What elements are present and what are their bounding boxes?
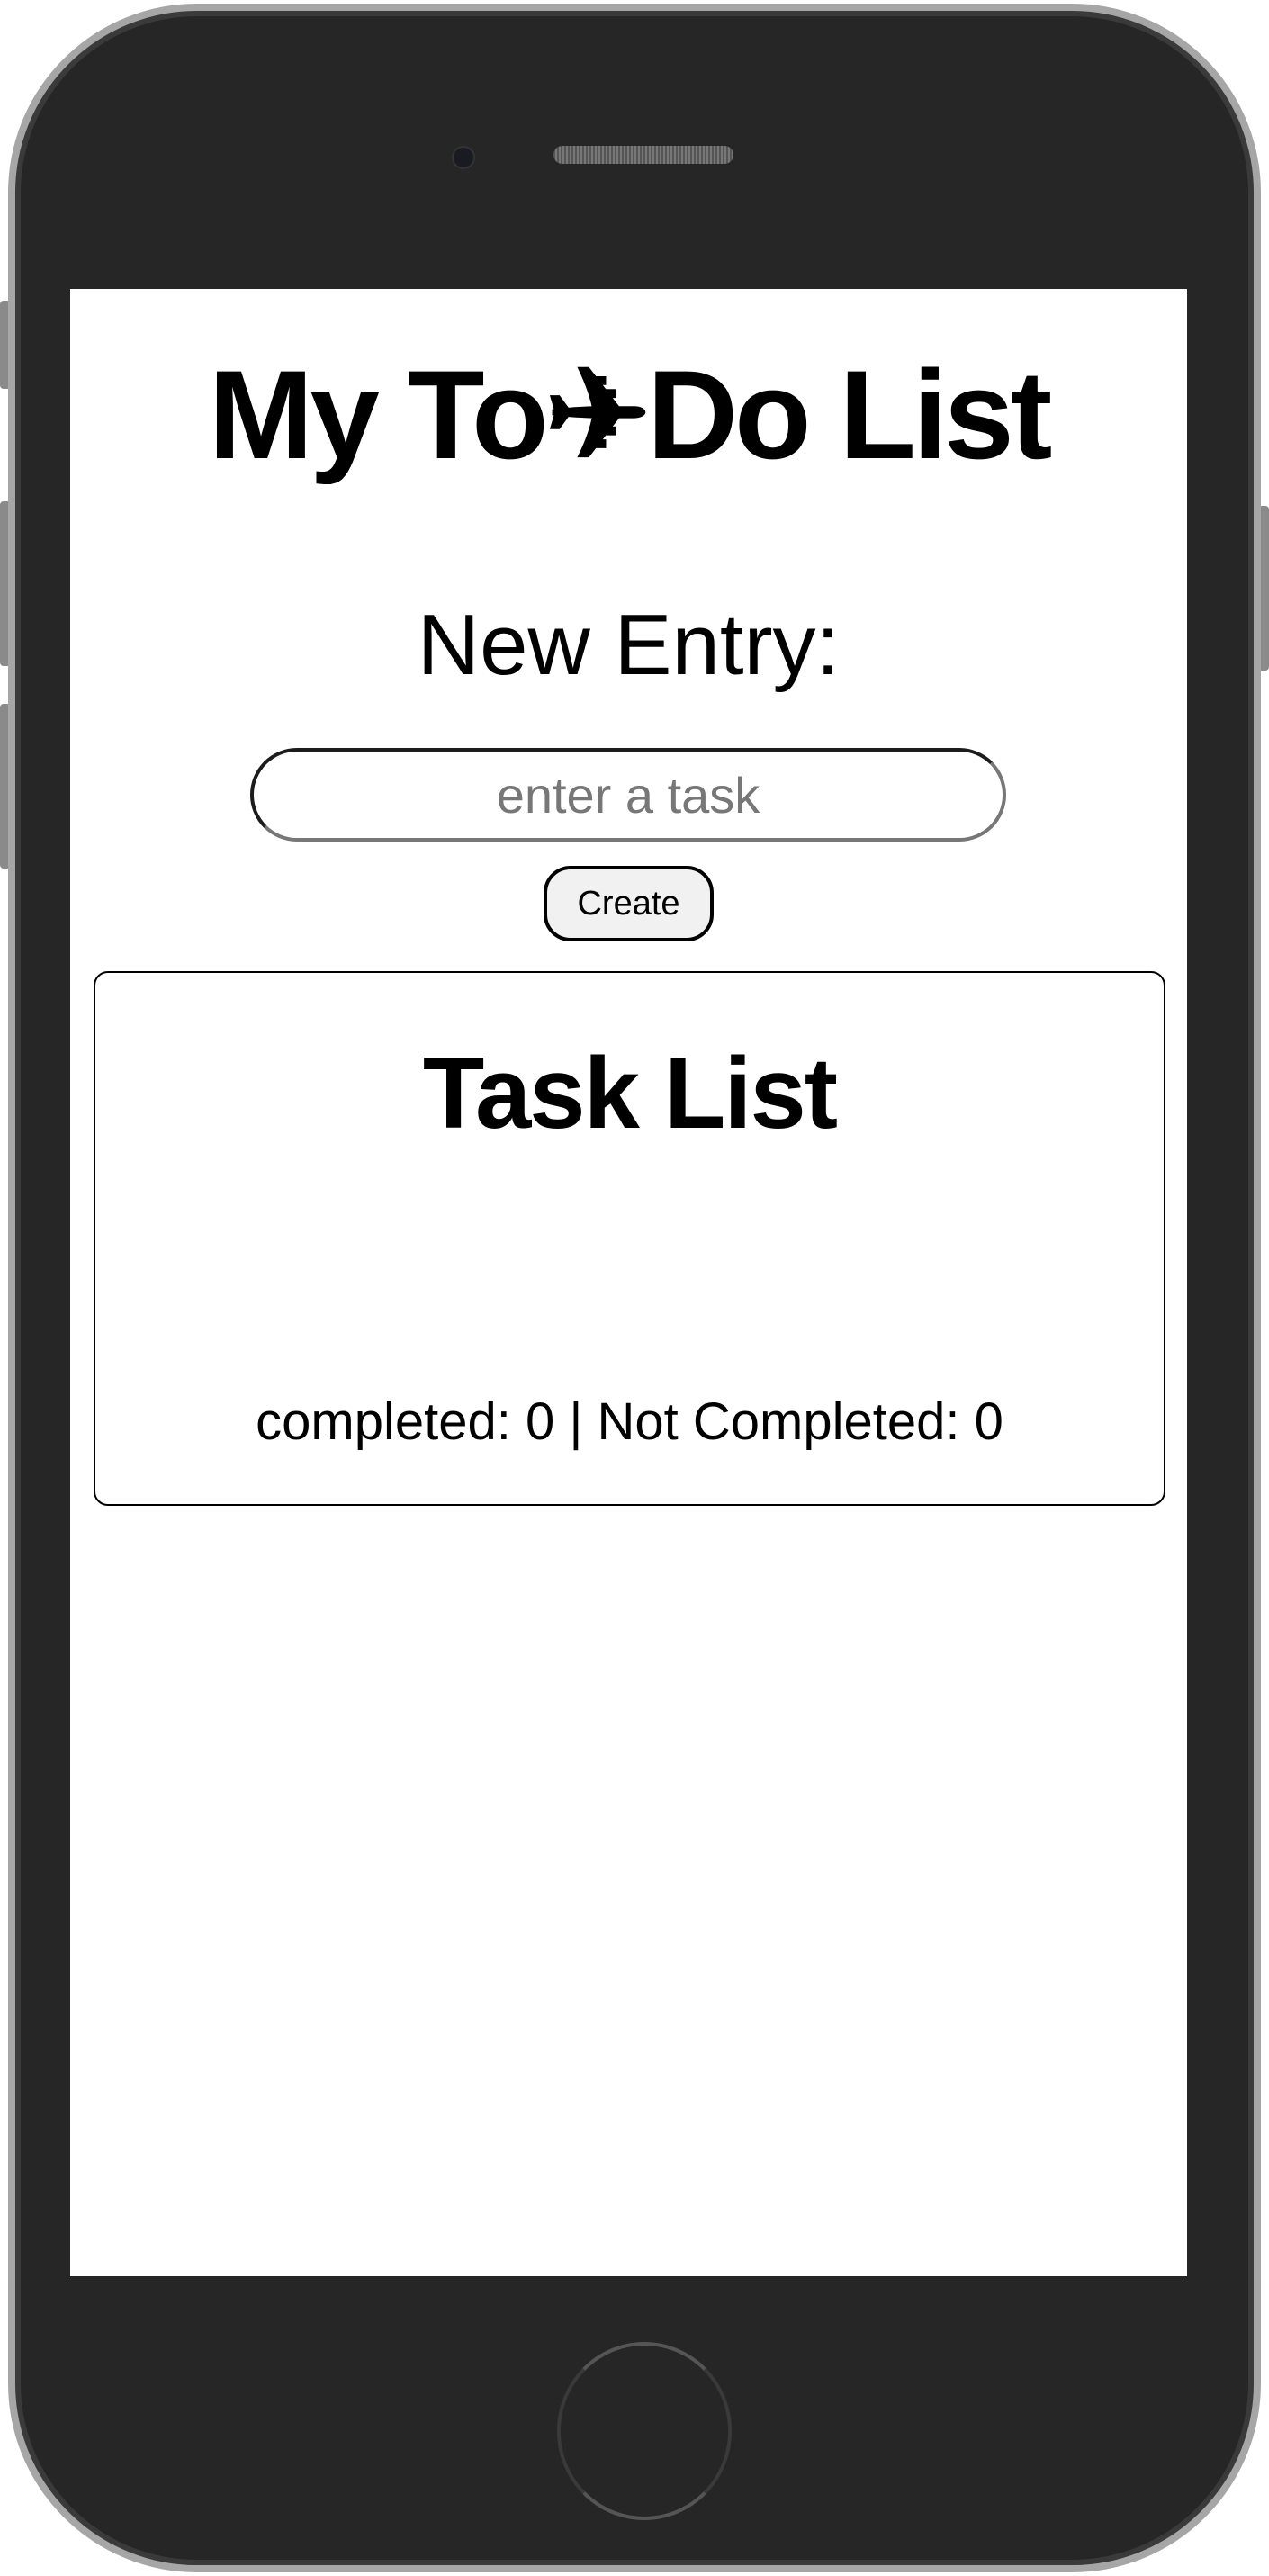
task-list-panel: Task List completed: 0 | Not Completed: … (94, 971, 1166, 1506)
camera-icon (452, 146, 475, 169)
new-entry-label: New Entry: (417, 597, 841, 693)
task-list-title: Task List (422, 1037, 838, 1149)
home-button[interactable] (556, 2342, 733, 2520)
task-status-counts: completed: 0 | Not Completed: 0 (256, 1392, 1004, 1451)
phone-screen: My To✈Do List New Entry: Create Task Lis… (70, 289, 1187, 2276)
speaker-grille (554, 146, 734, 164)
page-title: My To✈Do List (208, 344, 1053, 485)
task-input[interactable] (250, 748, 1006, 842)
create-button[interactable]: Create (544, 866, 714, 941)
